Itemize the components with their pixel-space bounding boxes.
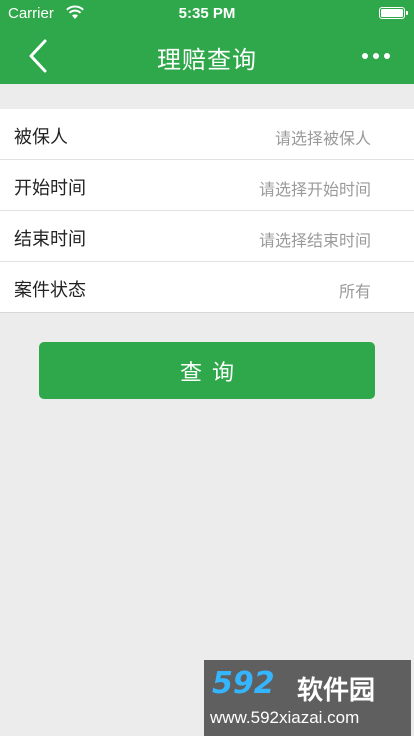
- query-form: 被保人 请选择被保人 开始时间 请选择开始时间 结束时间 请选择结束时间 案件状…: [0, 109, 414, 313]
- watermark-logo: 592: [212, 666, 275, 701]
- watermark: 592 软件园 www.592xiazai.com: [204, 660, 411, 736]
- start-time-row[interactable]: 开始时间 请选择开始时间: [0, 160, 414, 211]
- end-time-value[interactable]: 请选择结束时间: [259, 227, 371, 251]
- watermark-brand: 软件园: [297, 676, 376, 706]
- more-horizontal-icon: [362, 53, 390, 59]
- status-time: 5:35 PM: [178, 5, 236, 22]
- navigation-bar: 理赔查询: [0, 28, 414, 84]
- case-status-label: 案件状态: [14, 280, 86, 301]
- more-button[interactable]: [356, 46, 396, 66]
- insured-person-row[interactable]: 被保人 请选择被保人: [0, 109, 414, 160]
- watermark-url: www.592xiazai.com: [210, 708, 360, 727]
- start-time-label: 开始时间: [14, 178, 86, 199]
- page-title: 理赔查询: [157, 46, 257, 74]
- status-bar: Carrier 5:35 PM: [0, 0, 414, 28]
- case-status-value[interactable]: 所有: [339, 278, 371, 302]
- start-time-value[interactable]: 请选择开始时间: [259, 176, 371, 200]
- query-button[interactable]: 查询: [39, 342, 375, 399]
- end-time-label: 结束时间: [14, 229, 86, 250]
- case-status-row[interactable]: 案件状态 所有: [0, 262, 414, 313]
- insured-person-label: 被保人: [14, 127, 68, 148]
- insured-person-value[interactable]: 请选择被保人: [275, 125, 371, 149]
- end-time-row[interactable]: 结束时间 请选择结束时间: [0, 211, 414, 262]
- battery-icon: [379, 7, 408, 19]
